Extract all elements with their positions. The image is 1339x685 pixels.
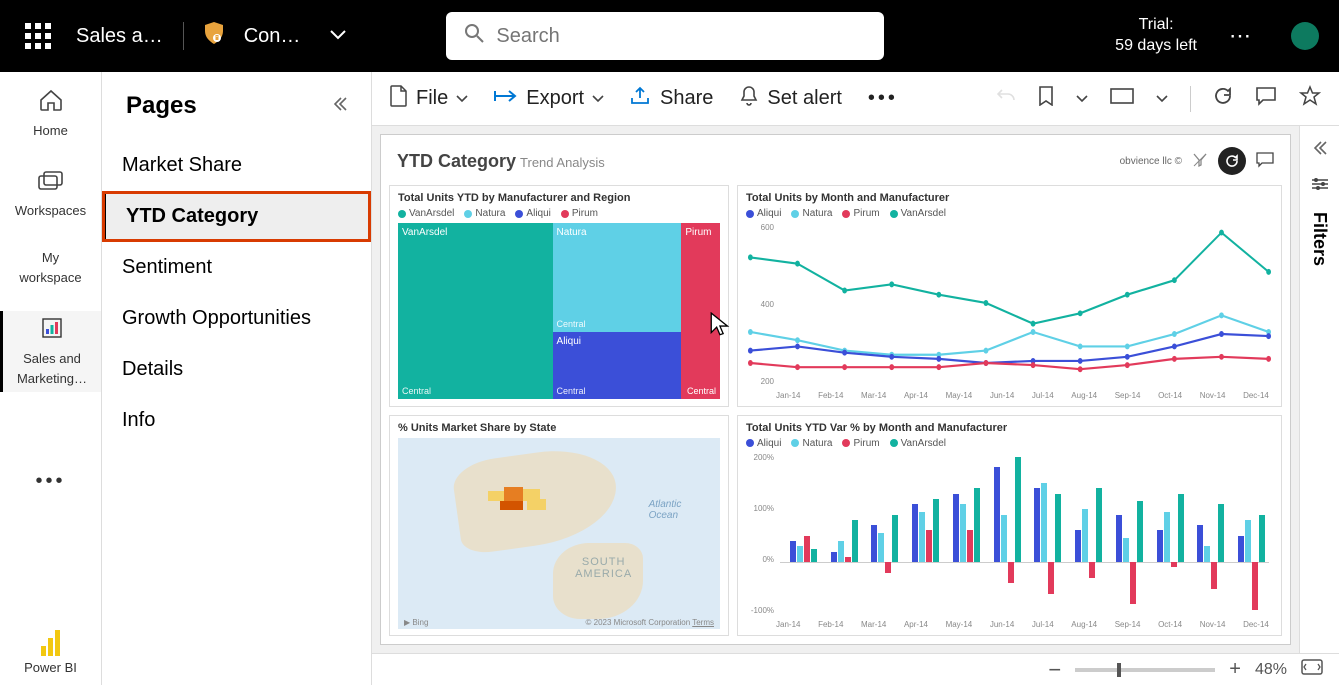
bookmark-icon[interactable] xyxy=(1038,86,1054,112)
shield-icon xyxy=(204,22,224,50)
page-growth-opportunities[interactable]: Growth Opportunities xyxy=(102,293,371,344)
viz-comment-icon[interactable] xyxy=(1256,152,1274,171)
report-area: File Export Share Set alert xyxy=(372,72,1339,685)
comment-icon[interactable] xyxy=(1255,86,1277,112)
viz-map[interactable]: % Units Market Share by State xyxy=(389,415,729,637)
search-box[interactable] xyxy=(446,12,884,60)
chevron-down-icon[interactable] xyxy=(1156,95,1168,103)
page-market-share[interactable]: Market Share xyxy=(102,140,371,191)
legend: VanArsdel Natura Aliqui Pirum xyxy=(398,208,720,219)
export-menu[interactable]: Export xyxy=(494,87,604,110)
more-header-icon[interactable]: ⋯ xyxy=(1229,23,1251,49)
map-body: Atlantic Ocean SOUTH AMERICA ▶ Bing © 20… xyxy=(398,438,720,630)
bar-body: 200%100%0%-100% Jan-14Feb-14Mar-14Apr-14… xyxy=(746,453,1273,630)
set-alert-button[interactable]: Set alert xyxy=(739,85,841,113)
report-icon xyxy=(41,317,63,347)
report-sheet: YTD CategoryTrend Analysis obvience llc … xyxy=(380,134,1291,645)
toolbar-divider xyxy=(1190,86,1191,112)
reset-icon[interactable] xyxy=(1218,147,1246,175)
nav-my-workspace[interactable]: My workspace xyxy=(0,244,101,291)
app-title[interactable]: Sales a… xyxy=(76,25,163,48)
filters-label: Filters xyxy=(1309,212,1330,266)
page-details[interactable]: Details xyxy=(102,344,371,395)
pages-pane: Pages Market Share YTD Category Sentimen… xyxy=(102,72,372,685)
report-toolbar: File Export Share Set alert xyxy=(372,72,1339,126)
trial-status[interactable]: Trial: 59 days left xyxy=(1115,15,1197,57)
refresh-icon[interactable] xyxy=(1213,86,1233,112)
file-icon xyxy=(390,85,408,113)
legend: Aliqui Natura Pirum VanArsdel xyxy=(746,438,1273,449)
collapse-pages-icon[interactable] xyxy=(333,96,347,117)
zoom-percent[interactable]: 48% xyxy=(1255,661,1287,679)
chevron-down-icon[interactable] xyxy=(330,27,346,45)
viz-bar-chart[interactable]: Total Units YTD Var % by Month and Manuf… xyxy=(737,415,1282,637)
viz-title: Total Units YTD Var % by Month and Manuf… xyxy=(746,422,1273,434)
nav-workspaces[interactable]: Workspaces xyxy=(0,164,101,224)
home-icon xyxy=(38,88,64,119)
powerbi-icon xyxy=(41,630,61,656)
trial-line2: 59 days left xyxy=(1115,36,1197,57)
brand-label: obvience llc © xyxy=(1120,156,1182,167)
page-ytd-category[interactable]: YTD Category xyxy=(102,191,371,242)
line-body: 600400200 Jan-14Feb-14Mar-14Apr-14May-14… xyxy=(746,223,1273,400)
viz-title: % Units Market Share by State xyxy=(398,422,720,434)
report-canvas[interactable]: YTD CategoryTrend Analysis obvience llc … xyxy=(372,126,1299,653)
export-icon xyxy=(494,87,518,110)
viz-title: Total Units by Month and Manufacturer xyxy=(746,192,1273,204)
fit-to-page-icon[interactable] xyxy=(1301,659,1323,680)
search-input[interactable] xyxy=(496,25,866,48)
nav-workspaces-label: Workspaces xyxy=(15,203,86,218)
filters-pane-collapsed[interactable]: Filters xyxy=(1299,126,1339,653)
chevron-down-icon xyxy=(592,95,604,103)
file-menu[interactable]: File xyxy=(390,85,468,113)
map-terms-link[interactable]: Terms xyxy=(692,618,714,627)
page-info[interactable]: Info xyxy=(102,395,371,446)
sensitivity-label[interactable]: Con… xyxy=(244,25,301,48)
viz-title: Total Units YTD by Manufacturer and Regi… xyxy=(398,192,720,204)
trial-line1: Trial: xyxy=(1115,15,1197,36)
filter-off-icon[interactable] xyxy=(1192,152,1208,171)
expand-filters-icon[interactable] xyxy=(1313,140,1327,161)
sheet-title: YTD CategoryTrend Analysis xyxy=(397,151,605,172)
chevron-down-icon[interactable] xyxy=(1076,95,1088,103)
zoom-slider[interactable] xyxy=(1075,668,1215,672)
nav-home-label: Home xyxy=(33,123,68,138)
chevron-down-icon xyxy=(456,95,468,103)
viz-treemap[interactable]: Total Units YTD by Manufacturer and Regi… xyxy=(389,185,729,407)
nav-rail: Home Workspaces My workspace Sales and M… xyxy=(0,72,102,685)
page-sentiment[interactable]: Sentiment xyxy=(102,242,371,293)
pages-title: Pages xyxy=(126,92,197,120)
undo-icon[interactable] xyxy=(996,87,1016,111)
nav-home[interactable]: Home xyxy=(0,82,101,144)
view-mode-icon[interactable] xyxy=(1110,87,1134,110)
header-divider xyxy=(183,22,184,50)
legend: Aliqui Natura Pirum VanArsdel xyxy=(746,208,1273,219)
share-icon xyxy=(630,86,652,112)
zoom-out-button[interactable]: − xyxy=(1048,657,1061,683)
search-icon xyxy=(464,23,484,49)
app-launcher-icon[interactable] xyxy=(20,18,56,54)
favorite-icon[interactable] xyxy=(1299,85,1321,113)
zoom-bar: − + 48% xyxy=(372,653,1339,685)
share-button[interactable]: Share xyxy=(630,86,713,112)
treemap-body: VanArsdelCentral NaturaCentral AliquiCen… xyxy=(398,223,720,400)
filter-settings-icon[interactable] xyxy=(1311,177,1329,196)
toolbar-more-icon[interactable]: ••• xyxy=(868,87,898,110)
bell-icon xyxy=(739,85,759,113)
nav-powerbi[interactable]: Power BI xyxy=(24,630,77,675)
nav-more-icon[interactable]: ••• xyxy=(35,470,65,493)
avatar[interactable] xyxy=(1291,22,1319,50)
top-header: Sales a… Con… Trial: 59 days left ⋯ xyxy=(0,0,1339,72)
nav-powerbi-label: Power BI xyxy=(24,660,77,675)
viz-line-chart[interactable]: Total Units by Month and Manufacturer Al… xyxy=(737,185,1282,407)
nav-sales-marketing[interactable]: Sales and Marketing… xyxy=(0,311,101,392)
workspaces-icon xyxy=(37,170,65,199)
zoom-in-button[interactable]: + xyxy=(1229,658,1241,681)
